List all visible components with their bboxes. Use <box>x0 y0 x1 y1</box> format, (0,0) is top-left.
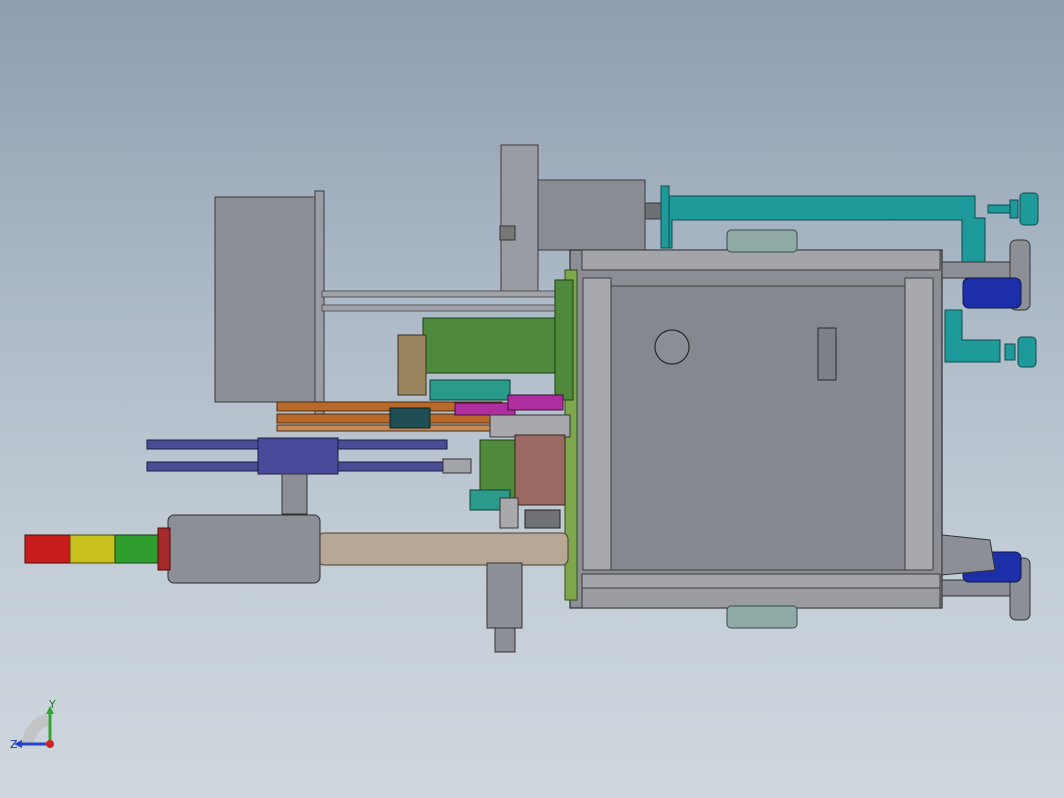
signal-light-tower[interactable] <box>24 527 171 571</box>
cad-viewport[interactable]: Y Z <box>0 0 1064 798</box>
guide-rods <box>321 290 573 312</box>
machine-assembly-top-view[interactable] <box>0 0 1064 798</box>
z-axis-label: Z <box>10 738 18 751</box>
right-casters[interactable] <box>941 239 1031 621</box>
tube-assembly[interactable] <box>167 514 569 653</box>
triad-graphic: Y Z <box>10 698 56 751</box>
coordinate-triad: Y Z <box>8 698 68 760</box>
x-axis-icon <box>46 740 54 748</box>
y-axis-label: Y <box>48 700 56 711</box>
main-frame[interactable] <box>564 229 943 629</box>
motor-housing[interactable] <box>214 190 325 415</box>
belt-conveyor[interactable] <box>146 437 472 515</box>
